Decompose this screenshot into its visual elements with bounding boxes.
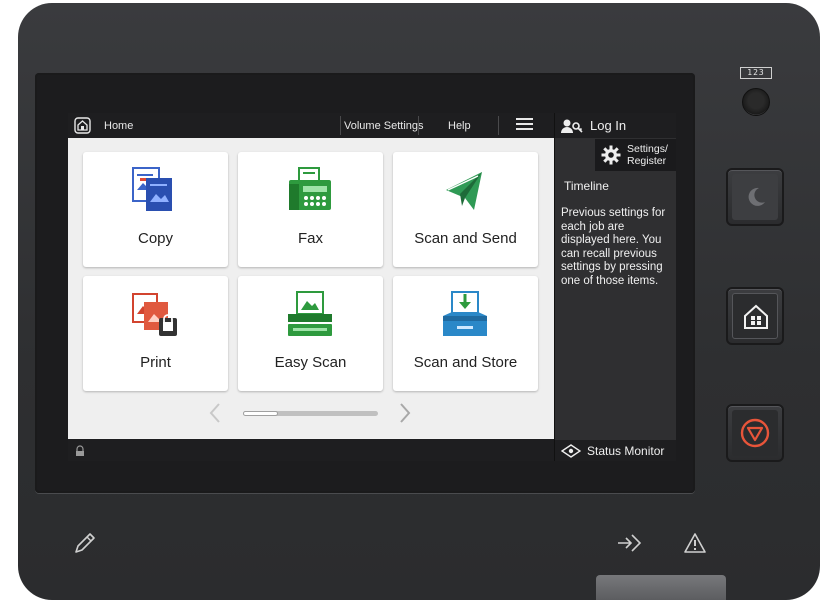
home-button-face bbox=[732, 293, 778, 339]
copy-icon bbox=[128, 164, 183, 219]
settings-label-line2: Register bbox=[627, 155, 667, 167]
home-icon bbox=[741, 302, 771, 337]
print-tile[interactable]: Print bbox=[83, 276, 228, 391]
hamburger-menu-icon bbox=[516, 117, 533, 134]
tile-label: Scan and Send bbox=[414, 230, 517, 247]
tile-label: Fax bbox=[297, 230, 323, 247]
status-monitor-button[interactable]: Status Monitor bbox=[555, 440, 676, 461]
scan-and-send-tile[interactable]: Scan and Send bbox=[393, 152, 538, 267]
side-panel: Log In Settings/ Register Timeline Previ… bbox=[554, 113, 676, 461]
home-label: Home bbox=[104, 119, 134, 132]
easy-scan-tile[interactable]: Easy Scan bbox=[238, 276, 383, 391]
stop-button-face bbox=[732, 410, 778, 456]
scan-and-store-tile[interactable]: Scan and Store bbox=[393, 276, 538, 391]
login-button[interactable]: Log In bbox=[555, 113, 676, 138]
copy-tile[interactable]: Copy bbox=[83, 152, 228, 267]
counter-check-badge: 123 bbox=[740, 67, 772, 79]
sensor-indicator bbox=[742, 88, 770, 116]
divider bbox=[418, 116, 419, 135]
user-key-icon bbox=[561, 118, 583, 134]
touch-screen: Home Volume Settings Help Copy Fax Scan … bbox=[68, 113, 676, 461]
fax-tile[interactable]: Fax bbox=[238, 152, 383, 267]
help-label: Help bbox=[448, 119, 471, 132]
fax-icon bbox=[283, 164, 338, 219]
function-grid: Copy Fax Scan and Send Print Easy Scan S… bbox=[68, 138, 554, 438]
home-tab[interactable]: Home bbox=[74, 113, 133, 138]
pencil-icon[interactable] bbox=[72, 530, 98, 561]
divider bbox=[498, 116, 499, 135]
page-scroll-thumb bbox=[243, 411, 278, 416]
page-scroll-track[interactable] bbox=[243, 411, 378, 416]
timeline-description: Previous settings for each job are displ… bbox=[561, 207, 666, 287]
bottom-bar bbox=[68, 439, 554, 461]
tile-label: Easy Scan bbox=[274, 354, 347, 371]
tile-label: Print bbox=[140, 354, 171, 371]
divider bbox=[340, 116, 341, 135]
easy-scan-icon bbox=[283, 288, 338, 343]
volume-settings-label: Volume Settings bbox=[344, 119, 424, 132]
print-icon bbox=[128, 288, 183, 343]
home-hardware-button[interactable] bbox=[726, 287, 784, 345]
lock-status-icon bbox=[74, 444, 86, 461]
status-monitor-icon bbox=[560, 443, 582, 458]
chevron-right-icon[interactable] bbox=[398, 402, 412, 429]
paper-tray-handle bbox=[596, 575, 726, 600]
stop-icon bbox=[739, 417, 771, 454]
error-indicator-icon bbox=[683, 532, 707, 559]
moon-icon bbox=[744, 185, 768, 214]
top-bar: Home Volume Settings Help bbox=[68, 113, 554, 138]
home-icon bbox=[74, 117, 91, 134]
gear-icon bbox=[601, 145, 621, 168]
page-indicator bbox=[68, 398, 554, 428]
energy-saver-button[interactable] bbox=[726, 168, 784, 226]
stop-button[interactable] bbox=[726, 404, 784, 462]
status-monitor-label: Status Monitor bbox=[587, 443, 665, 458]
settings-register-button[interactable]: Settings/ Register bbox=[595, 139, 676, 171]
login-label: Log In bbox=[590, 118, 627, 133]
tile-label: Scan and Store bbox=[413, 354, 518, 371]
scan-send-icon bbox=[438, 164, 493, 219]
help-button[interactable]: Help bbox=[448, 113, 471, 138]
chevron-left-icon[interactable] bbox=[208, 402, 222, 429]
energy-saver-face bbox=[732, 174, 778, 220]
menu-button[interactable] bbox=[516, 113, 533, 138]
tile-label: Copy bbox=[137, 230, 174, 247]
data-indicator-icon bbox=[616, 532, 642, 559]
settings-label-line1: Settings/ bbox=[627, 143, 668, 155]
timeline-title: Timeline bbox=[564, 179, 609, 193]
scan-store-icon bbox=[438, 288, 493, 343]
volume-settings-button[interactable]: Volume Settings bbox=[344, 113, 424, 138]
